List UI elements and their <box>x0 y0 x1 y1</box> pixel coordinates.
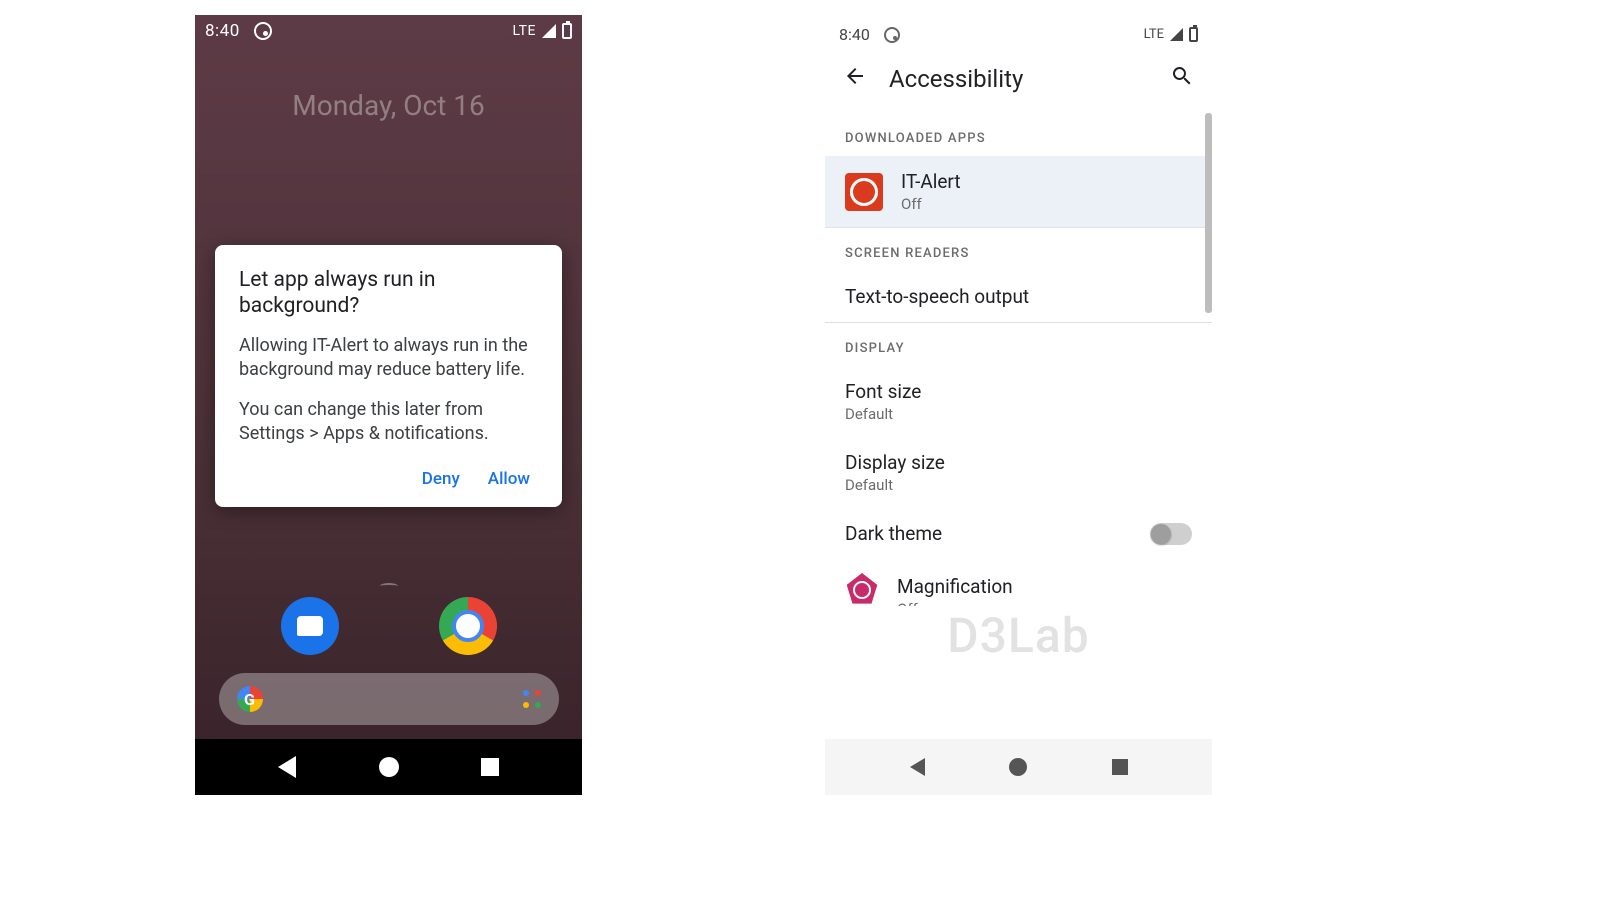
deny-button[interactable]: Deny <box>422 469 460 489</box>
signal-icon <box>542 24 556 38</box>
magnification-icon <box>845 573 879 607</box>
item-display-size[interactable]: Display size Default <box>825 437 1212 508</box>
it-alert-app-icon <box>845 173 883 211</box>
item-it-alert[interactable]: IT-Alert Off <box>825 156 1212 228</box>
dialog-body-line2: You can change this later from Settings … <box>239 398 538 447</box>
assistant-icon[interactable] <box>523 690 541 708</box>
item-subtitle: Off <box>901 195 961 213</box>
section-screen-readers: SCREEN READERS <box>825 228 1212 271</box>
battery-icon <box>562 23 572 39</box>
nav-home-icon[interactable] <box>379 757 399 777</box>
back-button[interactable] <box>843 64 867 94</box>
item-subtitle: Default <box>845 405 921 423</box>
google-logo-icon <box>237 686 263 712</box>
app-bar: Accessibility <box>825 50 1212 112</box>
allow-button[interactable]: Allow <box>488 469 530 489</box>
nav-recents-icon[interactable] <box>1112 759 1128 775</box>
nav-back-icon[interactable] <box>278 756 296 778</box>
section-display: DISPLAY <box>825 323 1212 366</box>
item-title: Text-to-speech output <box>845 285 1029 308</box>
item-dark-theme[interactable]: Dark theme <box>825 508 1212 559</box>
battery-icon <box>1189 27 1198 42</box>
search-icon <box>1170 64 1194 88</box>
item-subtitle: Default <box>845 476 945 494</box>
app-drawer-handle-icon[interactable] <box>380 583 398 589</box>
background-permission-dialog: Let app always run in background? Allowi… <box>215 245 562 507</box>
signal-icon <box>1170 28 1183 41</box>
status-network: LTE <box>513 23 536 39</box>
dialog-title: Let app always run in background? <box>239 267 538 320</box>
arrow-back-icon <box>843 64 867 88</box>
item-title: IT-Alert <box>901 170 961 193</box>
status-bar: 8:40 LTE <box>195 15 582 47</box>
messages-app-icon[interactable] <box>281 597 339 655</box>
item-subtitle: Off <box>897 600 1013 606</box>
status-bar: 8:40 LTE <box>825 15 1212 50</box>
item-magnification[interactable]: Magnification Off <box>825 559 1212 621</box>
settings-list[interactable]: DOWNLOADED APPS IT-Alert Off SCREEN READ… <box>825 112 1212 744</box>
home-dock <box>195 583 582 725</box>
item-font-size[interactable]: Font size Default <box>825 366 1212 437</box>
dark-theme-toggle[interactable] <box>1150 523 1192 545</box>
status-time: 8:40 <box>205 21 240 41</box>
nav-recents-icon[interactable] <box>481 758 499 776</box>
nav-back-icon[interactable] <box>910 758 925 776</box>
google-search-bar[interactable] <box>219 673 559 725</box>
system-nav-bar <box>825 739 1212 795</box>
item-title: Display size <box>845 451 945 474</box>
system-nav-bar <box>195 739 582 795</box>
section-downloaded-apps: DOWNLOADED APPS <box>825 113 1212 156</box>
notification-icon <box>884 27 900 43</box>
scrollbar[interactable] <box>1205 113 1212 313</box>
dialog-body-line1: Allowing IT-Alert to always run in the b… <box>239 334 538 383</box>
item-title: Magnification <box>897 575 1013 598</box>
item-text-to-speech[interactable]: Text-to-speech output <box>825 271 1212 322</box>
status-time: 8:40 <box>839 25 870 44</box>
status-network: LTE <box>1144 27 1164 42</box>
home-date: Monday, Oct 16 <box>195 89 582 122</box>
dialog-body: Allowing IT-Alert to always run in the b… <box>239 334 538 447</box>
item-title: Dark theme <box>845 522 942 545</box>
chrome-app-icon[interactable] <box>439 597 497 655</box>
item-title: Font size <box>845 380 921 403</box>
search-button[interactable] <box>1170 64 1194 94</box>
phone-right: 8:40 LTE Accessibility DOWNLOADED APPS <box>825 15 1212 795</box>
notification-icon <box>254 22 272 40</box>
page-title: Accessibility <box>889 65 1148 93</box>
phone-left: 8:40 LTE Monday, Oct 16 Let app always r… <box>195 15 582 795</box>
nav-home-icon[interactable] <box>1009 758 1027 776</box>
